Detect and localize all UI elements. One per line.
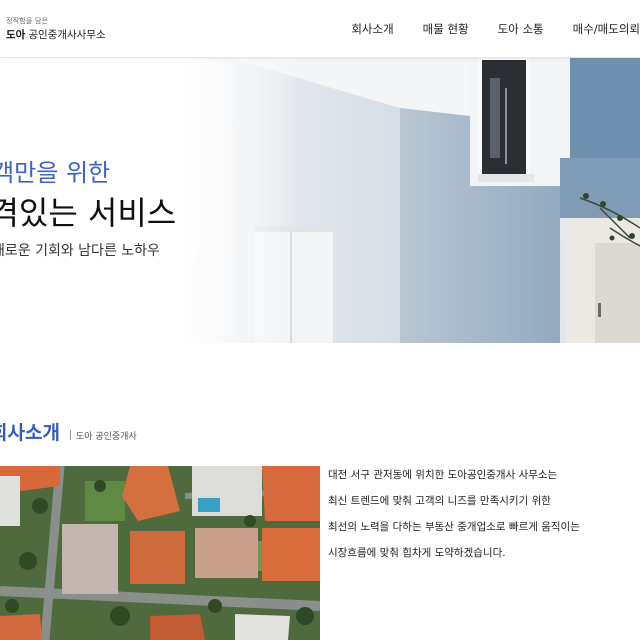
logo-name: 도아 공인중개사사무소	[6, 26, 106, 42]
aerial-neighborhood-image	[0, 466, 320, 640]
hero-description: 새로운 기회와 남다른 노하우	[0, 243, 160, 259]
logo-name-strong: 도아	[6, 29, 26, 41]
logo-name-rest: 공인중개사사무소	[28, 29, 106, 41]
main-nav: 회사소개 매물 현황 도아 소통 매수/매도의뢰	[351, 21, 640, 37]
section-title: 회사소개	[0, 422, 60, 444]
nav-item-community[interactable]: 도아 소통	[498, 21, 544, 37]
intro-line-4: 시장흐름에 맞춰 힘차게 도약하겠습니다.	[328, 547, 506, 559]
nav-item-listings[interactable]: 매물 현황	[423, 21, 469, 37]
section-divider	[69, 430, 71, 440]
hero-banner: 고객만을 위한 품격있는 서비스 새로운 기회와 남다른 노하우	[0, 58, 640, 343]
logo-tagline: 정직함을 담은	[6, 17, 49, 25]
hero-title: 품격있는 서비스	[0, 194, 177, 232]
intro-line-1: 대전 서구 관저동에 위치한 도아공인중개사 사무소는	[328, 469, 558, 481]
logo[interactable]: 정직함을 담은 도아 공인중개사사무소	[6, 16, 106, 42]
nav-item-company[interactable]: 회사소개	[351, 21, 393, 37]
site-header: 정직함을 담은 도아 공인중개사사무소 회사소개 매물 현황 도아 소통 매수/매…	[0, 0, 640, 58]
company-intro: 대전 서구 관저동에 위치한 도아공인중개사 사무소는 최신 트렌드에 맞춰 고…	[328, 462, 638, 566]
nav-item-request[interactable]: 매수/매도의뢰	[573, 21, 640, 37]
section-subtitle: 도아 공인중개사	[75, 432, 137, 442]
intro-line-3: 최선의 노력을 다하는 부동산 중개업소로 빠르게 움직이는	[328, 521, 580, 533]
intro-line-2: 최신 트렌드에 맞춰 고객의 니즈를 만족시키기 위한	[328, 495, 551, 507]
hero-subtitle: 고객만을 위한	[0, 159, 111, 187]
section-heading: 회사소개 도아 공인중개사	[0, 418, 137, 445]
